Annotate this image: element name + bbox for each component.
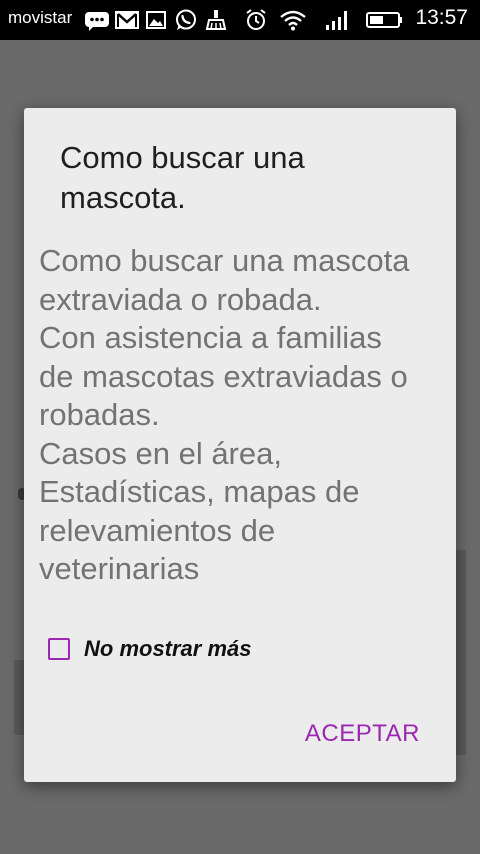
dialog-message: Como buscar una mascota extraviada o rob… [39, 242, 444, 589]
gallery-icon [146, 11, 166, 29]
dialog-message-line: relevamientos de [39, 512, 276, 548]
status-clock: 13:57 [415, 6, 468, 29]
dialog-title-line: mascota. [60, 180, 186, 215]
dialog-title-line: Como buscar una [60, 140, 305, 175]
carrier-name: movistar [8, 8, 73, 27]
accept-button[interactable]: ACEPTAR [305, 720, 420, 748]
info-dialog: Como buscar una mascota. Como buscar una… [24, 108, 456, 782]
signal-icon [326, 11, 347, 30]
alarm-icon [246, 9, 266, 30]
battery-icon [366, 12, 402, 28]
dialog-message-line: extraviada o robada. [39, 281, 322, 317]
dialog-message-line: Como buscar una mascota [39, 243, 410, 278]
status-bar: movistar 13:57 [0, 0, 480, 40]
dont-show-again-label[interactable]: No mostrar más [84, 636, 252, 662]
dialog-message-line: de mascotas extraviadas o [39, 358, 408, 394]
whatsapp-icon [176, 9, 196, 30]
gmail-icon [115, 11, 139, 29]
dialog-title: Como buscar una mascota. [60, 138, 420, 218]
dialog-message-line: Con asistencia a familias [39, 320, 382, 355]
chat-bubble-icon [85, 12, 109, 31]
cleaner-icon [205, 10, 227, 30]
dont-show-again-checkbox[interactable] [48, 638, 70, 660]
wifi-icon [280, 10, 306, 31]
dialog-message-line: veterinarias [39, 551, 200, 586]
dialog-message-line: Estadísticas, mapas de [39, 474, 360, 509]
dialog-message-line: Casos en el área, [39, 435, 282, 471]
dialog-message-line: robadas. [39, 397, 160, 432]
dont-show-again-row[interactable]: No mostrar más [48, 634, 252, 664]
